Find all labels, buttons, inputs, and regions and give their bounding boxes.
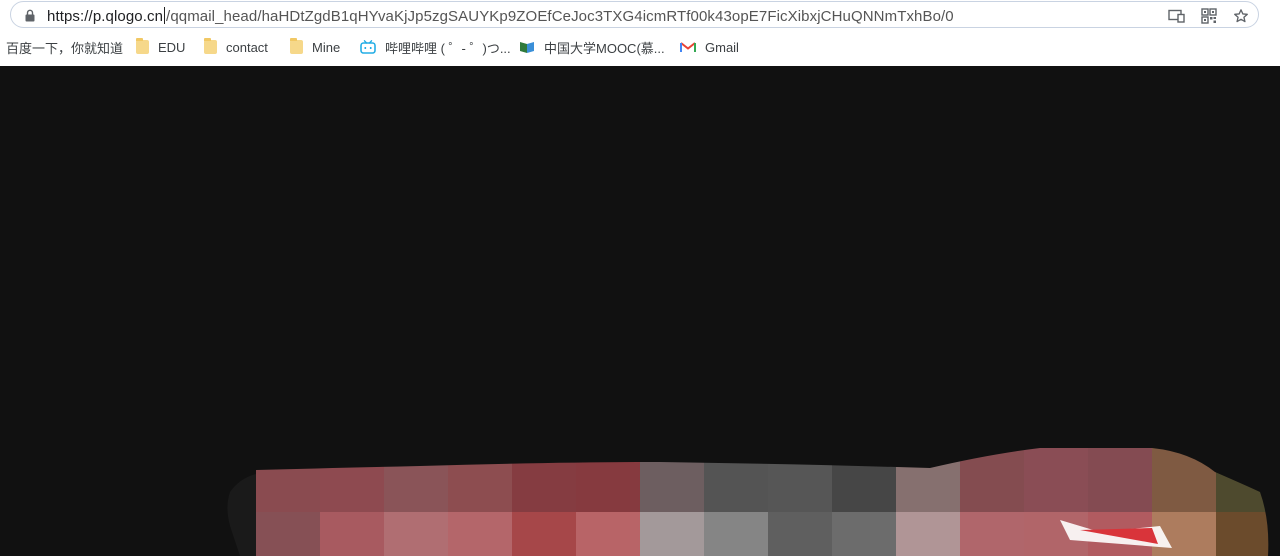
mooc-icon xyxy=(520,42,534,53)
browser-toolbar: https://p.qlogo.cn/qqmail_head/haHDtZgdB… xyxy=(0,0,1280,30)
mosaic-tile xyxy=(896,448,960,512)
mosaic-tile xyxy=(1152,448,1216,512)
mosaic-tile xyxy=(256,512,320,556)
bookmark-bilibili[interactable]: 哔哩哔哩 ( ゜- ゜)つ... xyxy=(360,37,511,57)
url-host: https://p.qlogo.cn xyxy=(47,8,164,25)
bookmark-label: Mine xyxy=(312,39,341,55)
bookmark-star-icon[interactable] xyxy=(1232,7,1250,24)
bookmark-gmail[interactable]: Gmail xyxy=(680,37,739,57)
mosaic-tile xyxy=(896,512,960,556)
mosaic-tile xyxy=(832,448,896,512)
bookmark-folder-edu[interactable]: EDU xyxy=(136,37,185,57)
mosaic-tile xyxy=(384,448,448,512)
bookmarks-bar: 百度一下，你就知道 EDU contact Mine 哔哩哔哩 ( ゜- ゜)つ… xyxy=(0,35,1280,60)
folder-icon xyxy=(136,38,149,54)
mosaic-tile xyxy=(576,512,640,556)
mosaic-tile xyxy=(1024,448,1088,512)
mosaic-tile xyxy=(256,448,320,512)
qr-code-icon[interactable] xyxy=(1200,7,1218,24)
mosaic-tile xyxy=(384,512,448,556)
gmail-icon xyxy=(680,42,696,52)
folder-icon xyxy=(290,38,303,54)
bookmark-label: 中国大学MOOC(慕... xyxy=(544,40,665,56)
mosaic-tile xyxy=(640,512,704,556)
mosaic-tile xyxy=(960,448,1024,512)
bookmark-label: EDU xyxy=(158,39,186,55)
bookmark-folder-mine[interactable]: Mine xyxy=(290,37,340,57)
mosaic-tile xyxy=(768,448,832,512)
folder-icon xyxy=(204,38,217,54)
mosaic-tile xyxy=(320,448,384,512)
lock-icon[interactable] xyxy=(24,9,36,22)
bookmark-baidu[interactable]: 百度一下，你就知道 xyxy=(6,37,123,57)
mosaic-tile xyxy=(448,512,512,556)
mosaic-tile xyxy=(704,448,768,512)
bilibili-icon xyxy=(360,40,376,54)
mosaic-tile xyxy=(640,448,704,512)
mosaic-tile xyxy=(512,448,576,512)
bookmark-mooc[interactable]: 中国大学MOOC(慕... xyxy=(519,37,665,57)
cast-icon[interactable] xyxy=(1167,7,1185,24)
mosaic-tile xyxy=(1216,448,1280,512)
url-path: /qqmail_head/haHDtZgdB1qHYvaKjJp5zgSAUYK… xyxy=(166,8,954,25)
mosaic-tile xyxy=(704,512,768,556)
mosaic-tile xyxy=(448,448,512,512)
address-bar[interactable]: https://p.qlogo.cn/qqmail_head/haHDtZgdB… xyxy=(10,1,1259,28)
mosaic-tile xyxy=(1152,512,1216,556)
bookmark-label: 哔哩哔哩 ( ゜- ゜)つ... xyxy=(385,40,511,56)
bookmark-label: 百度一下，你就知道 xyxy=(6,40,124,56)
mosaic-tile xyxy=(320,512,384,556)
mosaic-tile xyxy=(1216,512,1280,556)
mosaic-tile xyxy=(576,448,640,512)
mosaic-tile xyxy=(832,512,896,556)
mosaic-tile xyxy=(1088,448,1152,512)
bookmark-label: contact xyxy=(226,39,268,55)
bookmark-folder-contact[interactable]: contact xyxy=(204,37,268,57)
text-cursor xyxy=(164,7,166,24)
mosaic-tile xyxy=(512,512,576,556)
mosaic-tile xyxy=(1088,512,1152,556)
pixelated-image xyxy=(256,448,1280,556)
url-text[interactable]: https://p.qlogo.cn/qqmail_head/haHDtZgdB… xyxy=(47,7,954,25)
mosaic-tile xyxy=(768,512,832,556)
mosaic-tile xyxy=(960,512,1024,556)
bookmark-label: Gmail xyxy=(705,39,739,55)
mosaic-tile xyxy=(1024,512,1088,556)
